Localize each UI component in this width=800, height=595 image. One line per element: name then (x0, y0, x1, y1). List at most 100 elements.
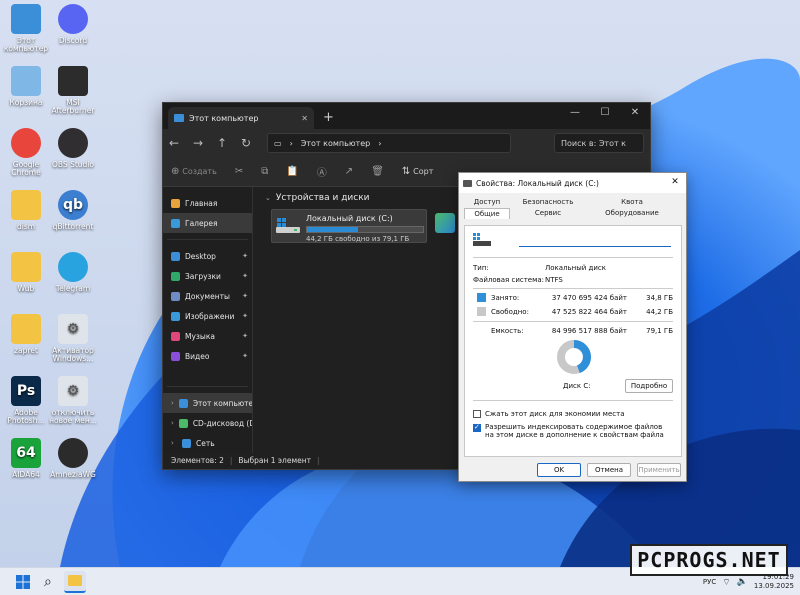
sidebar-item[interactable]: › Сеть (163, 433, 252, 453)
address-row: ← → ↑ ↻ ▭ › Этот компьютер › Поиск в: Эт… (163, 129, 650, 157)
volume-icon[interactable]: 🔈 (737, 577, 748, 587)
language-indicator[interactable]: РУС (703, 578, 716, 586)
rename-icon[interactable]: Ⓐ (317, 164, 327, 179)
close-window-button[interactable]: ✕ (620, 103, 650, 125)
volume-name-input[interactable] (519, 235, 671, 247)
photoshop-icon: Ps (11, 376, 41, 406)
explorer-tab-bar: Этот компьютер ✕ + — ☐ ✕ (163, 103, 650, 129)
discord-icon (58, 4, 88, 34)
forward-button[interactable]: → (193, 136, 203, 150)
tab-row1-2[interactable]: Квота (586, 197, 678, 208)
pictures-icon (171, 311, 180, 321)
sidebar-item[interactable]: Музыка ✦ (163, 326, 252, 346)
create-button[interactable]: ⊕ Создать (171, 166, 217, 177)
chevron-right-icon[interactable]: › (171, 419, 174, 427)
copy-icon[interactable]: ⧉ (261, 166, 268, 177)
address-bar[interactable]: ▭ › Этот компьютер › (267, 133, 511, 153)
desktop-icon[interactable]: Google Chrome (0, 128, 52, 177)
tab-row2-1[interactable]: Сервис (510, 208, 586, 219)
share-icon[interactable]: ↗ (345, 166, 353, 177)
desktop-icon[interactable]: Ps Adobe Photosh... (0, 376, 52, 425)
network-icon[interactable]: ⌔ (722, 577, 730, 588)
desktop-icon[interactable]: Discord (47, 4, 99, 45)
folder-icon (11, 190, 41, 220)
paste-icon[interactable]: 📋 (286, 166, 298, 177)
new-tab-button[interactable]: + (323, 110, 334, 125)
desktop-icon[interactable]: ⚙ отключить новое мен... (47, 376, 99, 425)
tab-row-2: Общие Сервис Оборудование (464, 208, 686, 219)
desktop-icon[interactable]: dism (0, 190, 52, 231)
sort-button[interactable]: ⇅ Сорт (402, 166, 433, 177)
pin-icon: ✦ (242, 272, 248, 280)
sidebar-item[interactable]: Видео ✦ (163, 346, 252, 366)
filesystem-value: NTFS (545, 276, 563, 284)
compress-label: Сжать этот диск для экономии места (485, 410, 625, 418)
search-input[interactable]: Поиск в: Этот к (554, 133, 644, 153)
sidebar-item[interactable]: Документы ✦ (163, 286, 252, 306)
close-dialog-button[interactable]: ✕ (664, 173, 686, 193)
gear-icon: ⚙ (58, 314, 88, 344)
desktop-icon[interactable]: zapret (0, 314, 52, 355)
capacity-label: Емкость: (491, 327, 524, 335)
close-tab-icon[interactable]: ✕ (301, 114, 308, 123)
tab-row1-1[interactable]: Безопасность (510, 197, 586, 208)
sidebar-item[interactable]: Загрузки ✦ (163, 266, 252, 286)
up-button[interactable]: ↑ (217, 136, 227, 150)
properties-dialog: Свойства: Локальный диск (C:) ✕ Доступ Бе… (458, 172, 687, 482)
cut-icon[interactable]: ✂ (235, 166, 243, 177)
sidebar-item[interactable]: Главная (163, 193, 252, 213)
sidebar-item[interactable]: › Этот компьютер (163, 393, 252, 413)
folder-icon (11, 314, 41, 344)
sidebar-item[interactable]: Desktop ✦ (163, 246, 252, 266)
desktop-icon-label: Активатор Windows... (52, 346, 94, 363)
filesystem-label: Файловая система: (473, 276, 545, 284)
minimize-button[interactable]: — (560, 103, 590, 125)
index-checkbox[interactable] (473, 423, 481, 432)
tab-row1-0[interactable]: Доступ (464, 197, 510, 208)
tab-this-pc[interactable]: Этот компьютер ✕ (168, 107, 314, 129)
compress-checkbox[interactable] (473, 410, 481, 418)
recycle-bin-icon (11, 66, 41, 96)
desktop-icon[interactable]: Корзина (0, 66, 52, 107)
watermark: PCPROGS.NET (630, 544, 788, 576)
type-label: Тип: (473, 264, 489, 272)
ok-button[interactable]: OK (537, 463, 581, 477)
search-icon[interactable]: ⌕ (44, 574, 52, 590)
desktop-icon[interactable]: Wub (0, 252, 52, 293)
gallery-icon (171, 218, 180, 228)
sidebar-item[interactable]: › CD-дисковод (D (163, 413, 252, 433)
apply-button[interactable]: Применить (637, 463, 681, 477)
telegram-icon (58, 252, 88, 282)
desktop-icon[interactable]: MSI Afterburner (47, 66, 99, 115)
breadcrumb-this-pc[interactable]: Этот компьютер (301, 139, 370, 148)
chevron-right-icon[interactable]: › (171, 399, 174, 407)
chevron-right-icon[interactable]: › (171, 439, 177, 447)
afterburner-icon (58, 66, 88, 96)
desktop-icon[interactable]: qb qBittorrent (47, 190, 99, 231)
desktop-icon[interactable]: Этот компьютер (0, 4, 52, 53)
desktop-icon[interactable]: ⚙ Активатор Windows... (47, 314, 99, 363)
tab-row2-0[interactable]: Общие (464, 208, 510, 219)
cd-drive-icon[interactable] (435, 213, 455, 233)
gear-icon: ⚙ (58, 376, 88, 406)
drive-icon (463, 179, 472, 187)
back-button[interactable]: ← (169, 136, 179, 150)
sidebar-item[interactable]: Галерея (163, 213, 252, 233)
details-button[interactable]: Подробно (625, 379, 673, 393)
delete-icon[interactable]: 🗑 (371, 166, 384, 177)
start-button[interactable] (16, 574, 30, 589)
refresh-button[interactable]: ↻ (241, 136, 251, 150)
drive-c-tile[interactable]: Локальный диск (C:) 44,2 ГБ свободно из … (271, 209, 427, 243)
desktop-icon-label: Этот компьютер (3, 36, 49, 53)
desktop-icon[interactable]: 64 AIDA64 (0, 438, 52, 479)
cancel-button[interactable]: Отмена (587, 463, 631, 477)
maximize-button[interactable]: ☐ (590, 103, 620, 125)
separator (473, 257, 673, 258)
desktop-icon[interactable]: AmneziaWG (47, 438, 99, 479)
desktop-icon[interactable]: Telegram (47, 252, 99, 293)
sidebar-item[interactable]: Изображени ✦ (163, 306, 252, 326)
desktop-icon[interactable]: OBS Studio (47, 128, 99, 169)
tab-row2-2[interactable]: Оборудование (586, 208, 678, 219)
sidebar-item-label: Изображени (185, 311, 235, 321)
file-explorer-taskbar-icon[interactable] (63, 570, 86, 593)
